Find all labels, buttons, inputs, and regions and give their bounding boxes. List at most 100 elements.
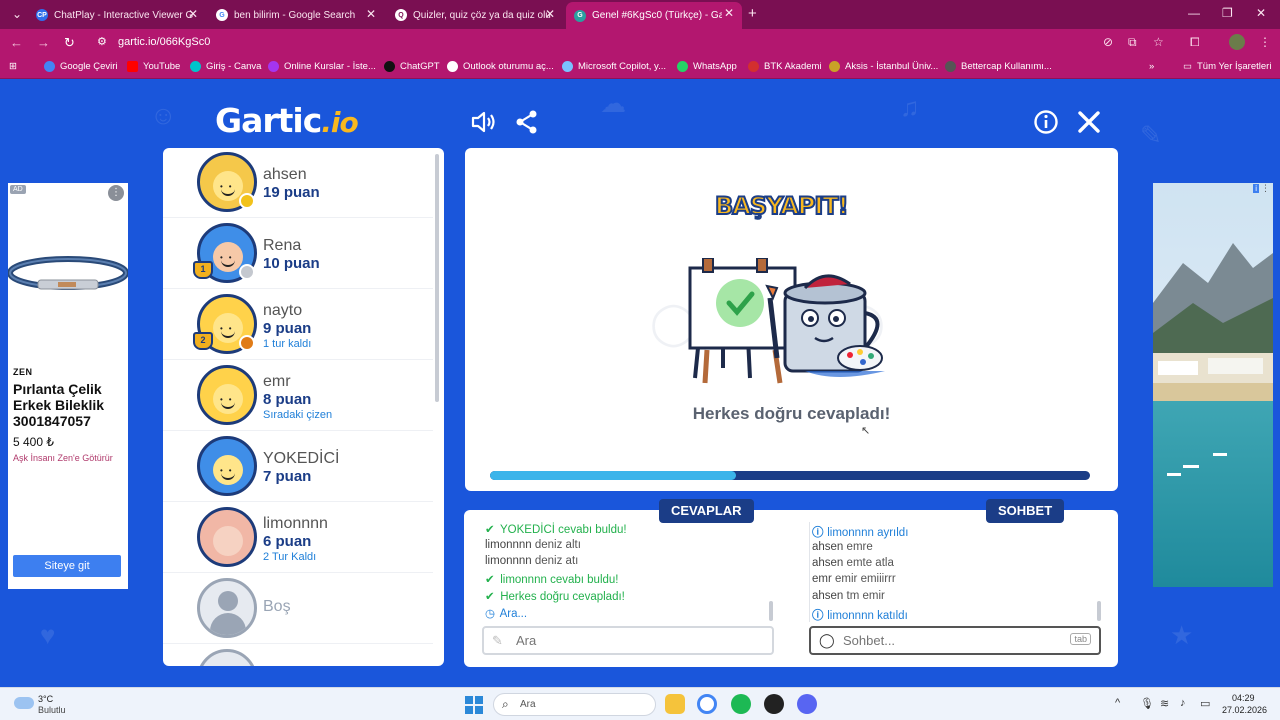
bookmark-youtube[interactable]: YouTube [127,61,180,72]
player-row[interactable]: limonnnn 6 puan 2 Tur Kaldı [163,503,433,573]
profile-avatar[interactable] [1229,34,1245,50]
file-explorer-icon[interactable] [665,694,685,714]
chat-input[interactable] [843,633,1063,648]
info-icon[interactable] [1033,109,1059,135]
weather-temp[interactable]: 3°C [38,694,53,704]
chevron-up-icon[interactable]: ^ [1115,697,1120,709]
players-list[interactable]: •• ahsen 19 puan •• 1 Rena 10 puan •• 2 … [163,148,444,666]
status-dot [239,193,255,209]
chat-message: ⓘ limonnnn katıldı [812,607,908,623]
wifi-icon[interactable]: ≋ [1160,697,1169,710]
new-tab-button[interactable]: + [748,5,757,22]
scrollbar[interactable] [1097,601,1101,621]
player-row[interactable]: •• YOKEDİCİ 7 puan [163,432,433,502]
menu-icon[interactable]: ⋮ [1259,35,1271,49]
sound-icon[interactable] [470,109,496,135]
bookmark-aksis[interactable]: Aksis - İstanbul Üniv... [829,61,938,72]
site-info-icon[interactable]: ⚙ [97,35,107,48]
reload-icon[interactable]: ↻ [64,35,75,51]
ad-visit-button[interactable]: Siteye git [13,555,121,577]
player-row[interactable]: •• emr 8 puan Sıradaki çizen [163,361,433,431]
tab-title: ben bilirim - Google Search [234,9,356,21]
extensions-icon[interactable]: ⧠ [1190,35,1200,50]
answer-input-box[interactable]: ✎ [482,626,774,655]
tab-search-icon[interactable]: ⌄ [12,7,22,21]
answer-input[interactable] [516,633,736,648]
ad-right[interactable]: i ⋮ [1153,183,1273,587]
battery-icon[interactable]: ▭ [1200,697,1210,710]
back-icon[interactable]: ← [10,35,23,50]
share-icon[interactable] [514,109,540,135]
adchoices-icon[interactable]: i [1253,184,1259,193]
chat-message: ahsen emre [812,541,873,553]
more-options-icon[interactable]: ⋮ [1261,183,1270,194]
bookmark-bettercap[interactable]: Bettercap Kullanımı... [945,61,1052,72]
player-row[interactable]: •• 1 Rena 10 puan [163,219,433,289]
clock-time[interactable]: 04:29 [1232,693,1255,703]
drawing-stage[interactable]: BAŞYAPIT! ◯◯◯◯◯ [465,148,1118,491]
weather-desc[interactable]: Bulutlu [38,705,66,715]
tab-google-search[interactable]: G ben bilirim - Google Search ✕ [208,3,384,27]
tab-chatplay[interactable]: CP ChatPlay - Interactive Viewer G ✕ [28,3,206,27]
scrollbar[interactable] [435,154,439,402]
bookmark-btk[interactable]: BTK Akademi [748,61,822,72]
empty-avatar [197,578,257,638]
tab-key-hint: tab [1070,633,1091,645]
microphone-icon[interactable]: 🎙 [1140,697,1154,710]
windows-start-icon[interactable] [465,696,483,714]
chrome-icon[interactable] [697,694,717,714]
chat-input-box[interactable]: ◯ tab [809,626,1101,655]
player-row[interactable]: •• ahsen 19 puan [163,148,433,218]
volume-icon[interactable]: ♪ [1180,697,1186,709]
bettercap-icon [945,61,956,72]
bookmark-chatgpt[interactable]: ChatGPT [384,61,440,72]
weather-cloud-icon[interactable] [14,697,34,709]
scrollbar[interactable] [769,601,773,621]
close-icon[interactable]: ✕ [188,7,198,21]
answers-chat-panel: CEVAPLAR SOHBET ✔ YOKEDİCİ cevabı buldu!… [464,499,1118,667]
clock-date[interactable]: 27.02.2026 [1222,705,1267,715]
close-icon[interactable]: ✕ [545,7,555,21]
eye-off-icon[interactable]: ⊘ [1103,35,1113,49]
discord-icon[interactable] [797,694,817,714]
forward-icon[interactable]: → [37,35,50,50]
quiz-icon: Q [395,9,407,21]
app-icon[interactable] [764,694,784,714]
chat-title: SOHBET [986,499,1065,523]
restore-button[interactable]: ❐ [1222,6,1233,20]
player-score: 7 puan [263,468,312,485]
star-icon[interactable]: ☆ [1153,35,1164,49]
bookmark-whatsapp[interactable]: WhatsApp [677,61,737,72]
url-text[interactable]: gartic.io/066KgSc0 [118,36,210,48]
bookmark-udemy[interactable]: Online Kurslar - İste... [268,61,376,72]
exit-icon[interactable] [1076,109,1102,135]
bookmark-canva[interactable]: Giriş - Canva [190,61,261,72]
info-icon: ⓘ [812,610,824,622]
tab-quiz[interactable]: Q Quizler, quiz çöz ya da quiz olu ✕ [387,3,563,27]
tab-gartic[interactable]: G Genel #6KgSc0 (Türkçe) - Garti ✕ [566,2,742,29]
close-icon[interactable]: ✕ [366,7,376,21]
close-window-button[interactable]: ✕ [1256,6,1266,20]
check-icon: ✔ [485,591,495,603]
all-bookmarks[interactable]: ▭ Tüm Yer İşaretleri [1183,61,1271,72]
bookmark-copilot[interactable]: Microsoft Copilot, y... [562,61,666,72]
gartic-page: ☺ ♥ ★ ✎ ☁ ♫ AD ⋮ ZEN Pırlanta Çelik Erke… [0,80,1280,687]
apps-icon[interactable]: ⊞ [9,61,17,72]
doodle-icon: ♥ [40,620,56,650]
ad-left[interactable]: AD ⋮ ZEN Pırlanta Çelik Erkek Bileklik 3… [8,183,128,589]
install-icon[interactable]: ⧉ [1128,35,1137,50]
taskbar-search[interactable]: ⌕ Ara [493,693,656,716]
ad-label: AD [10,185,26,194]
answers-title: CEVAPLAR [659,499,754,523]
more-bookmarks-icon[interactable]: » [1149,61,1154,72]
gartic-logo[interactable]: Gartic.io [215,101,359,140]
bookmark-outlook[interactable]: Outlook oturumu aç... [447,61,554,72]
player-row[interactable]: Boş [163,574,433,644]
bookmark-google-ceviri[interactable]: Google Çeviri [44,61,118,72]
spotify-icon[interactable] [731,694,751,714]
player-row[interactable] [163,645,433,666]
player-row[interactable]: •• 2 nayto 9 puan 1 tur kaldı [163,290,433,360]
minimize-button[interactable]: — [1188,6,1200,20]
close-icon[interactable]: ✕ [724,6,734,20]
more-options-icon[interactable]: ⋮ [108,185,124,201]
